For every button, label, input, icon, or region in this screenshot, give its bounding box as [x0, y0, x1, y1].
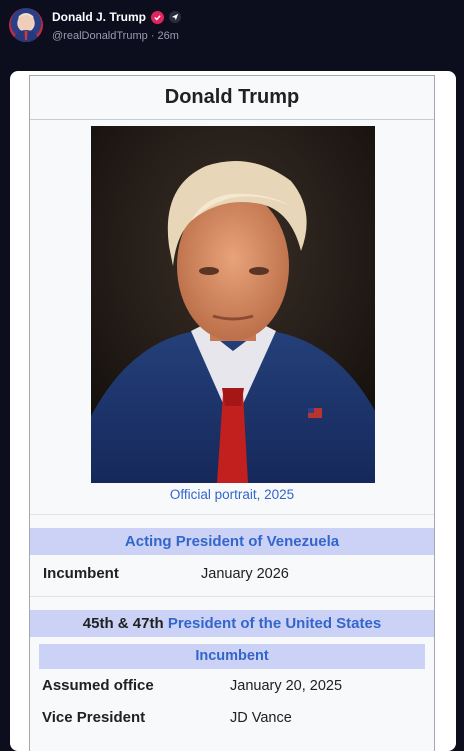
avatar-portrait-icon [13, 13, 39, 42]
portrait-image [91, 126, 375, 483]
verified-badge-icon [151, 10, 165, 24]
handle[interactable]: @realDonaldTrump [52, 30, 148, 42]
paper-plane-icon [169, 11, 182, 23]
author-name[interactable]: Donald J. Trump [52, 10, 146, 24]
incumbent-value: January 2026 [201, 566, 289, 582]
section-header-us-president: 45th & 47th President of the United Stat… [30, 610, 434, 637]
portrait-caption[interactable]: Official portrait, 2025 [30, 487, 434, 502]
official-portrait[interactable] [91, 126, 375, 483]
section-divider [30, 596, 434, 597]
vice-president-label[interactable]: Vice President [42, 709, 145, 726]
vice-president-value[interactable]: JD Vance [230, 710, 292, 726]
us-president-link[interactable]: President of the United States [168, 615, 381, 632]
assumed-office-value: January 20, 2025 [230, 678, 343, 694]
infobox-title: Donald Trump [164, 86, 300, 108]
title-divider [30, 119, 434, 120]
author-row: Donald J. Trump [52, 10, 182, 24]
ordinal-label: 45th & 47th [82, 615, 164, 632]
assumed-office-label: Assumed office [42, 677, 154, 694]
timestamp[interactable]: 26m [158, 30, 179, 42]
post-header: Donald J. Trump @realDonaldTrump · 26m [0, 0, 464, 60]
section-divider [30, 514, 434, 515]
separator: · [150, 30, 155, 42]
incumbent-subheader[interactable]: Incumbent [39, 644, 425, 669]
handle-row: @realDonaldTrump · 26m [52, 30, 179, 42]
section-header-venezuela[interactable]: Acting President of Venezuela [30, 528, 434, 555]
incumbent-label: Incumbent [43, 565, 119, 582]
wiki-infobox: Donald Trump Official portrait, 2025 Act… [29, 75, 435, 751]
post-media-card[interactable]: Donald Trump Official portrait, 2025 Act… [10, 71, 456, 751]
avatar[interactable] [9, 8, 43, 42]
